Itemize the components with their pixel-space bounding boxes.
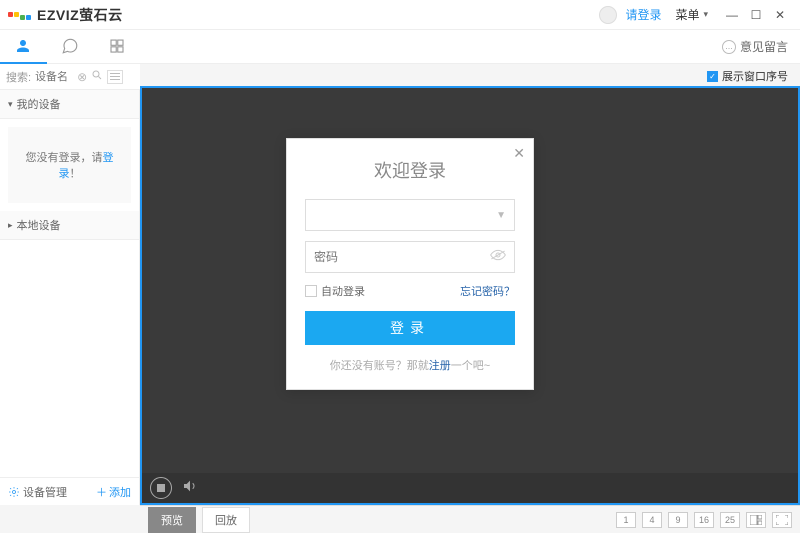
layout-custom-icon (750, 515, 762, 525)
grid-icon (108, 37, 126, 55)
layout-4[interactable]: 4 (642, 512, 662, 528)
sidebar-bottom: 设备管理 ＋ 添加 (0, 477, 139, 505)
layout-custom[interactable] (746, 512, 766, 528)
feedback-label: 意见留言 (740, 38, 788, 55)
my-devices-label: 我的设备 (17, 96, 61, 112)
logo-icon (20, 15, 31, 20)
search-label: 搜索: (6, 69, 31, 85)
video-controls (142, 473, 798, 503)
stop-button[interactable] (150, 477, 172, 499)
layout-9[interactable]: 9 (668, 512, 688, 528)
chat-icon (61, 37, 79, 55)
tab-person[interactable] (0, 30, 47, 64)
brand-text: EZVIZ萤石云 (37, 5, 123, 25)
maximize-button[interactable]: ☐ (744, 3, 768, 27)
tab-grid[interactable] (93, 30, 140, 64)
password-input[interactable] (314, 250, 490, 264)
volume-icon (182, 478, 198, 494)
search-input[interactable] (35, 71, 73, 83)
gear-icon (8, 486, 20, 498)
footer: 预览 回放 1 4 9 16 25 (140, 505, 800, 533)
stop-icon (157, 484, 165, 492)
login-button[interactable]: 登录 (305, 311, 515, 345)
clear-icon[interactable]: ⊗ (77, 70, 87, 84)
eye-icon[interactable] (490, 248, 506, 266)
close-icon[interactable]: ✕ (513, 145, 525, 162)
dialog-title: 欢迎登录 (305, 157, 515, 183)
checkbox-icon (305, 285, 317, 297)
list-icon[interactable] (107, 70, 123, 84)
login-dialog: ✕ 欢迎登录 ▼ 自动登录 忘记密码？ 登录 你还没有账号？那就注册一个吧~ (286, 138, 534, 390)
local-devices-label: 本地设备 (17, 217, 61, 233)
volume-button[interactable] (182, 478, 198, 499)
sidebar-section-my-devices[interactable]: ▾ 我的设备 (0, 90, 139, 119)
auto-login-checkbox[interactable]: 自动登录 (305, 283, 365, 299)
tab-preview[interactable]: 预览 (148, 507, 196, 533)
search-bar: 搜索: ⊗ (0, 64, 140, 90)
menu-button[interactable]: 菜单 (675, 6, 699, 23)
chevron-right-icon: ▸ (8, 220, 13, 231)
forgot-password-link[interactable]: 忘记密码？ (460, 283, 515, 299)
show-window-index-option[interactable]: ✓ 展示窗口序号 (707, 68, 788, 84)
username-input[interactable] (314, 208, 496, 222)
checkbox-checked-icon: ✓ (707, 71, 718, 82)
titlebar: EZVIZ萤石云 请登录 菜单 ▾ — ☐ ✕ (0, 0, 800, 30)
feedback-icon: … (722, 40, 736, 54)
chevron-down-icon[interactable]: ▾ (703, 9, 708, 20)
fullscreen-icon (776, 515, 788, 525)
fullscreen-button[interactable] (772, 512, 792, 528)
password-field-wrapper (305, 241, 515, 273)
avatar[interactable] (599, 6, 617, 24)
chevron-down-icon[interactable]: ▼ (496, 210, 506, 221)
register-line: 你还没有账号？那就注册一个吧~ (305, 357, 515, 373)
feedback-button[interactable]: … 意见留言 (722, 38, 788, 55)
close-button[interactable]: ✕ (768, 3, 792, 27)
username-field-wrapper: ▼ (305, 199, 515, 231)
logo-icon (8, 12, 19, 17)
person-icon (14, 37, 32, 55)
register-link[interactable]: 注册 (429, 360, 451, 372)
minimize-button[interactable]: — (720, 3, 744, 27)
search-icon[interactable] (91, 68, 103, 86)
sidebar-section-local-devices[interactable]: ▸ 本地设备 (0, 211, 139, 240)
device-management-button[interactable]: 设备管理 (8, 484, 67, 500)
add-button[interactable]: ＋ 添加 (96, 484, 131, 500)
login-link[interactable]: 请登录 (625, 6, 661, 23)
tab-strip (0, 30, 140, 64)
sidebar: ▾ 我的设备 您没有登录，请登录！ ▸ 本地设备 设备管理 ＋ 添加 (0, 90, 140, 505)
tab-chat[interactable] (47, 30, 94, 64)
login-notice: 您没有登录，请登录！ (8, 127, 131, 203)
layout-25[interactable]: 25 (720, 512, 740, 528)
layout-1[interactable]: 1 (616, 512, 636, 528)
chevron-down-icon: ▾ (8, 99, 13, 110)
toolbar: … 意见留言 (0, 30, 800, 64)
layout-16[interactable]: 16 (694, 512, 714, 528)
tab-playback[interactable]: 回放 (202, 507, 250, 533)
plus-icon: ＋ (96, 484, 107, 500)
show-window-index-label: 展示窗口序号 (722, 68, 788, 84)
